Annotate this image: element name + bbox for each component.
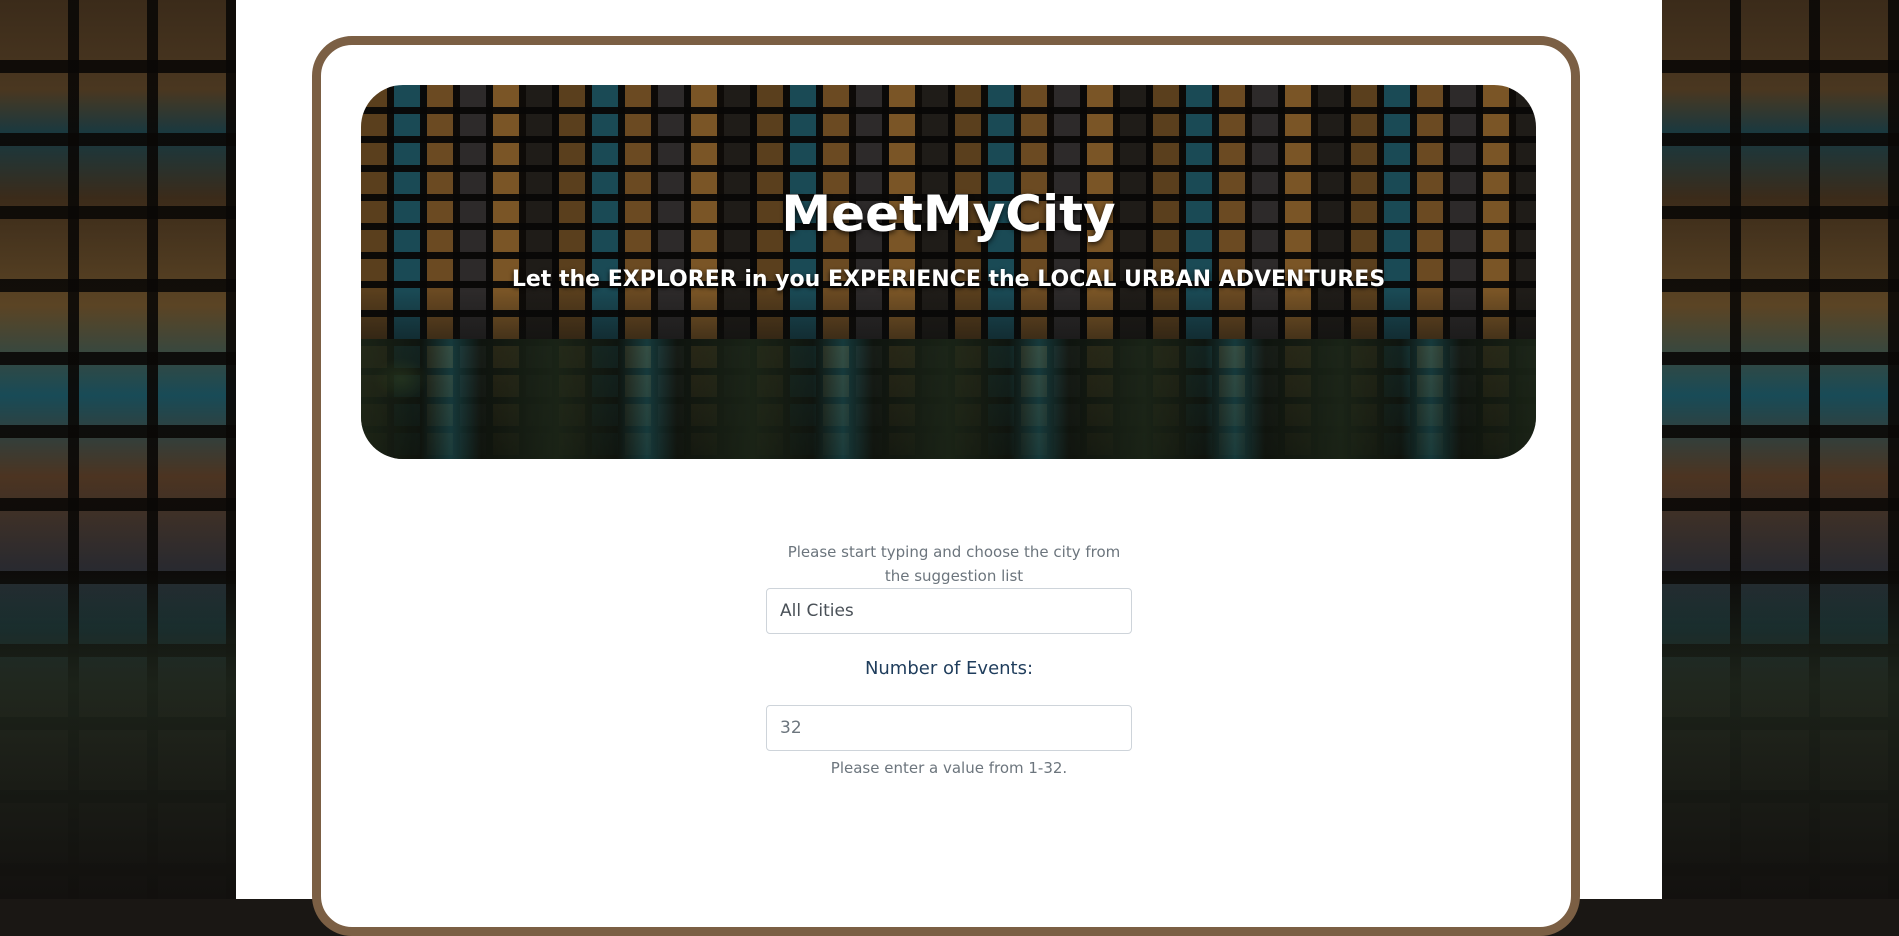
app-title: MeetMyCity — [781, 185, 1116, 243]
background-city-right — [1662, 0, 1899, 899]
hero-banner: MeetMyCity Let the EXPLORER in you EXPER… — [361, 85, 1536, 459]
number-of-events-label: Number of Events: — [864, 658, 1034, 679]
app-frame: MeetMyCity Let the EXPLORER in you EXPER… — [312, 36, 1580, 936]
background-city-left — [0, 0, 236, 899]
page-column: MeetMyCity Let the EXPLORER in you EXPER… — [236, 0, 1662, 936]
city-search-hint: Please start typing and choose the city … — [787, 543, 1121, 585]
hero-street-image — [361, 339, 1536, 459]
city-search-input[interactable] — [766, 588, 1132, 634]
number-of-events-hint: Please enter a value from 1-32. — [830, 759, 1068, 777]
app-tagline: Let the EXPLORER in you EXPERIENCE the L… — [511, 267, 1386, 292]
number-of-events-input[interactable] — [766, 705, 1132, 751]
